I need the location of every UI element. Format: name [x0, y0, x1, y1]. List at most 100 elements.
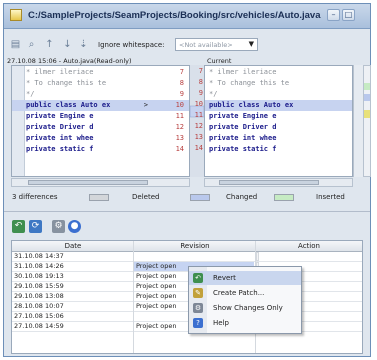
diff-overview-bar[interactable]	[363, 65, 371, 177]
inserted-label: Inserted	[316, 193, 345, 201]
changed-swatch	[190, 194, 210, 201]
code-text: */	[26, 90, 35, 98]
arrow-down-icon[interactable]: ↓	[62, 39, 73, 50]
line-number: 9	[198, 89, 203, 97]
code-line: private int whee	[205, 133, 352, 144]
menu-item-label: Help	[213, 319, 229, 327]
history-window: C:/SampleProjects/SeamProjects/Booking/s…	[3, 3, 371, 357]
menu-item-revert[interactable]: ↶ Revert	[189, 271, 301, 285]
right-pane-header: Current	[207, 57, 232, 65]
menu-item-show-changes-only[interactable]: ⚙ Show Changes Only	[189, 301, 301, 315]
code-line: * ilmer ileriace	[205, 67, 352, 78]
row-action	[256, 252, 356, 261]
table-row[interactable]: 27.10.08 15:06	[12, 312, 362, 322]
history-table: Date Revision Action 31.10.08 14:37 31.10…	[11, 240, 363, 354]
line-number: 9	[179, 90, 184, 98]
minimize-button[interactable]: –	[327, 9, 340, 21]
diff-legend: 3 differences Deleted Changed Inserted	[4, 190, 370, 206]
line-number: 7	[179, 68, 184, 76]
row-date: 27.10.08 15:06	[14, 312, 64, 320]
row-revision	[134, 252, 254, 261]
code-line: private Engine e	[205, 111, 352, 122]
row-date: 29.10.08 13:08	[14, 292, 64, 300]
line-number: 12	[194, 122, 203, 130]
line-number: 8	[198, 78, 203, 86]
row-date: 29.10.08 15:59	[14, 282, 64, 290]
code-line: 10 public class Auto ex >	[12, 100, 189, 111]
line-number: 7	[198, 67, 203, 75]
left-horizontal-scrollbar[interactable]	[11, 178, 190, 187]
row-date: 31.10.08 14:37	[14, 252, 64, 260]
code-text: * To change this te	[26, 79, 107, 87]
deleted-swatch	[89, 194, 109, 201]
line-number: 12	[175, 123, 184, 131]
code-line: 11 private Engine e	[12, 111, 189, 122]
diff-marker-icon[interactable]: >	[134, 100, 148, 111]
document-icon[interactable]: ▤	[10, 39, 21, 50]
left-pane-header: 27.10.08 15:06 - Auto.java(Read-only)	[7, 57, 132, 65]
overview-inserted-mark	[364, 83, 370, 90]
ignore-whitespace-value: <Not available>	[179, 41, 233, 49]
left-scroll-thumb[interactable]	[28, 180, 148, 185]
code-line: public class Auto ex	[205, 100, 352, 111]
search-icon[interactable]: ⌕	[26, 39, 37, 50]
patch-icon: ✎	[193, 288, 203, 298]
right-horizontal-scrollbar[interactable]	[204, 178, 353, 187]
table-row[interactable]: 29.10.08 13:08 Project open	[12, 292, 362, 302]
line-number: 10	[175, 101, 184, 109]
right-diff-pane[interactable]: * ilmer ileriace * To change this te */ p…	[204, 65, 353, 177]
code-line: private Driver d	[205, 122, 352, 133]
filter-icon: ⚙	[193, 303, 203, 313]
revert-icon: ↶	[193, 273, 203, 283]
ignore-whitespace-select[interactable]: <Not available> ▼	[175, 38, 258, 51]
code-text: private Driver d	[209, 123, 277, 131]
code-text: private int whee	[209, 134, 277, 142]
table-row[interactable]: 28.10.08 10:07 Project open	[12, 302, 362, 312]
code-line: private static f	[205, 144, 352, 155]
next-diff-icon[interactable]: ⇣	[78, 39, 89, 50]
help-icon[interactable]: ●	[68, 220, 81, 233]
arrow-up-icon[interactable]: ↑	[44, 39, 55, 50]
code-line: 8 * To change this te	[12, 78, 189, 89]
menu-item-label: Create Patch...	[213, 289, 265, 297]
code-line: 12 private Driver d	[12, 122, 189, 133]
row-date: 30.10.08 19:13	[14, 272, 64, 280]
column-header-revision[interactable]: Revision	[134, 242, 256, 250]
code-text: private static f	[209, 145, 277, 153]
revert-icon[interactable]: ↶	[12, 220, 25, 233]
left-diff-pane[interactable]: 7 * ilmer ileriace 8 * To change this te 9…	[11, 65, 190, 177]
column-header-action[interactable]: Action	[256, 242, 362, 250]
code-text: */	[209, 90, 218, 98]
refresh-icon[interactable]: ⟳	[29, 220, 42, 233]
code-text: * ilmer ileriace	[209, 68, 277, 76]
menu-item-help[interactable]: ? Help	[189, 316, 301, 330]
table-row[interactable]: 31.10.08 14:26 Project open	[12, 262, 362, 272]
table-row[interactable]: 29.10.08 15:59 Project open	[12, 282, 362, 292]
code-line: 7 * ilmer ileriace	[12, 67, 189, 78]
inserted-swatch	[274, 194, 294, 201]
help-icon: ?	[193, 318, 203, 328]
code-text: private Engine e	[209, 112, 277, 120]
row-date: 27.10.08 14:59	[14, 322, 64, 330]
splitter[interactable]	[4, 211, 370, 212]
table-row[interactable]: 30.10.08 19:13 Project open	[12, 272, 362, 282]
title-bar[interactable]: C:/SampleProjects/SeamProjects/Booking/s…	[4, 4, 370, 29]
line-number: 11	[175, 112, 184, 120]
changed-label: Changed	[226, 193, 258, 201]
vertical-scrollbar[interactable]	[353, 65, 363, 177]
code-line: * To change this te	[205, 78, 352, 89]
column-header-date[interactable]: Date	[12, 242, 134, 250]
right-scroll-thumb[interactable]	[219, 180, 319, 185]
table-row[interactable]: 27.10.08 14:59 Project open	[12, 322, 362, 332]
code-line: 9 */	[12, 89, 189, 100]
maximize-button[interactable]: □	[342, 9, 355, 21]
line-number: 8	[179, 79, 184, 87]
code-text: * ilmer ileriace	[26, 68, 94, 76]
row-date: 31.10.08 14:26	[14, 262, 64, 270]
diff-link-area: 7 8 9 10 11 12 13 14	[189, 65, 205, 177]
menu-item-create-patch[interactable]: ✎ Create Patch...	[189, 286, 301, 300]
code-text: private Engine e	[26, 112, 94, 120]
code-text: public class Auto ex	[26, 101, 111, 109]
table-row[interactable]: 31.10.08 14:37	[12, 252, 362, 262]
settings-icon[interactable]: ⚙	[52, 220, 65, 233]
